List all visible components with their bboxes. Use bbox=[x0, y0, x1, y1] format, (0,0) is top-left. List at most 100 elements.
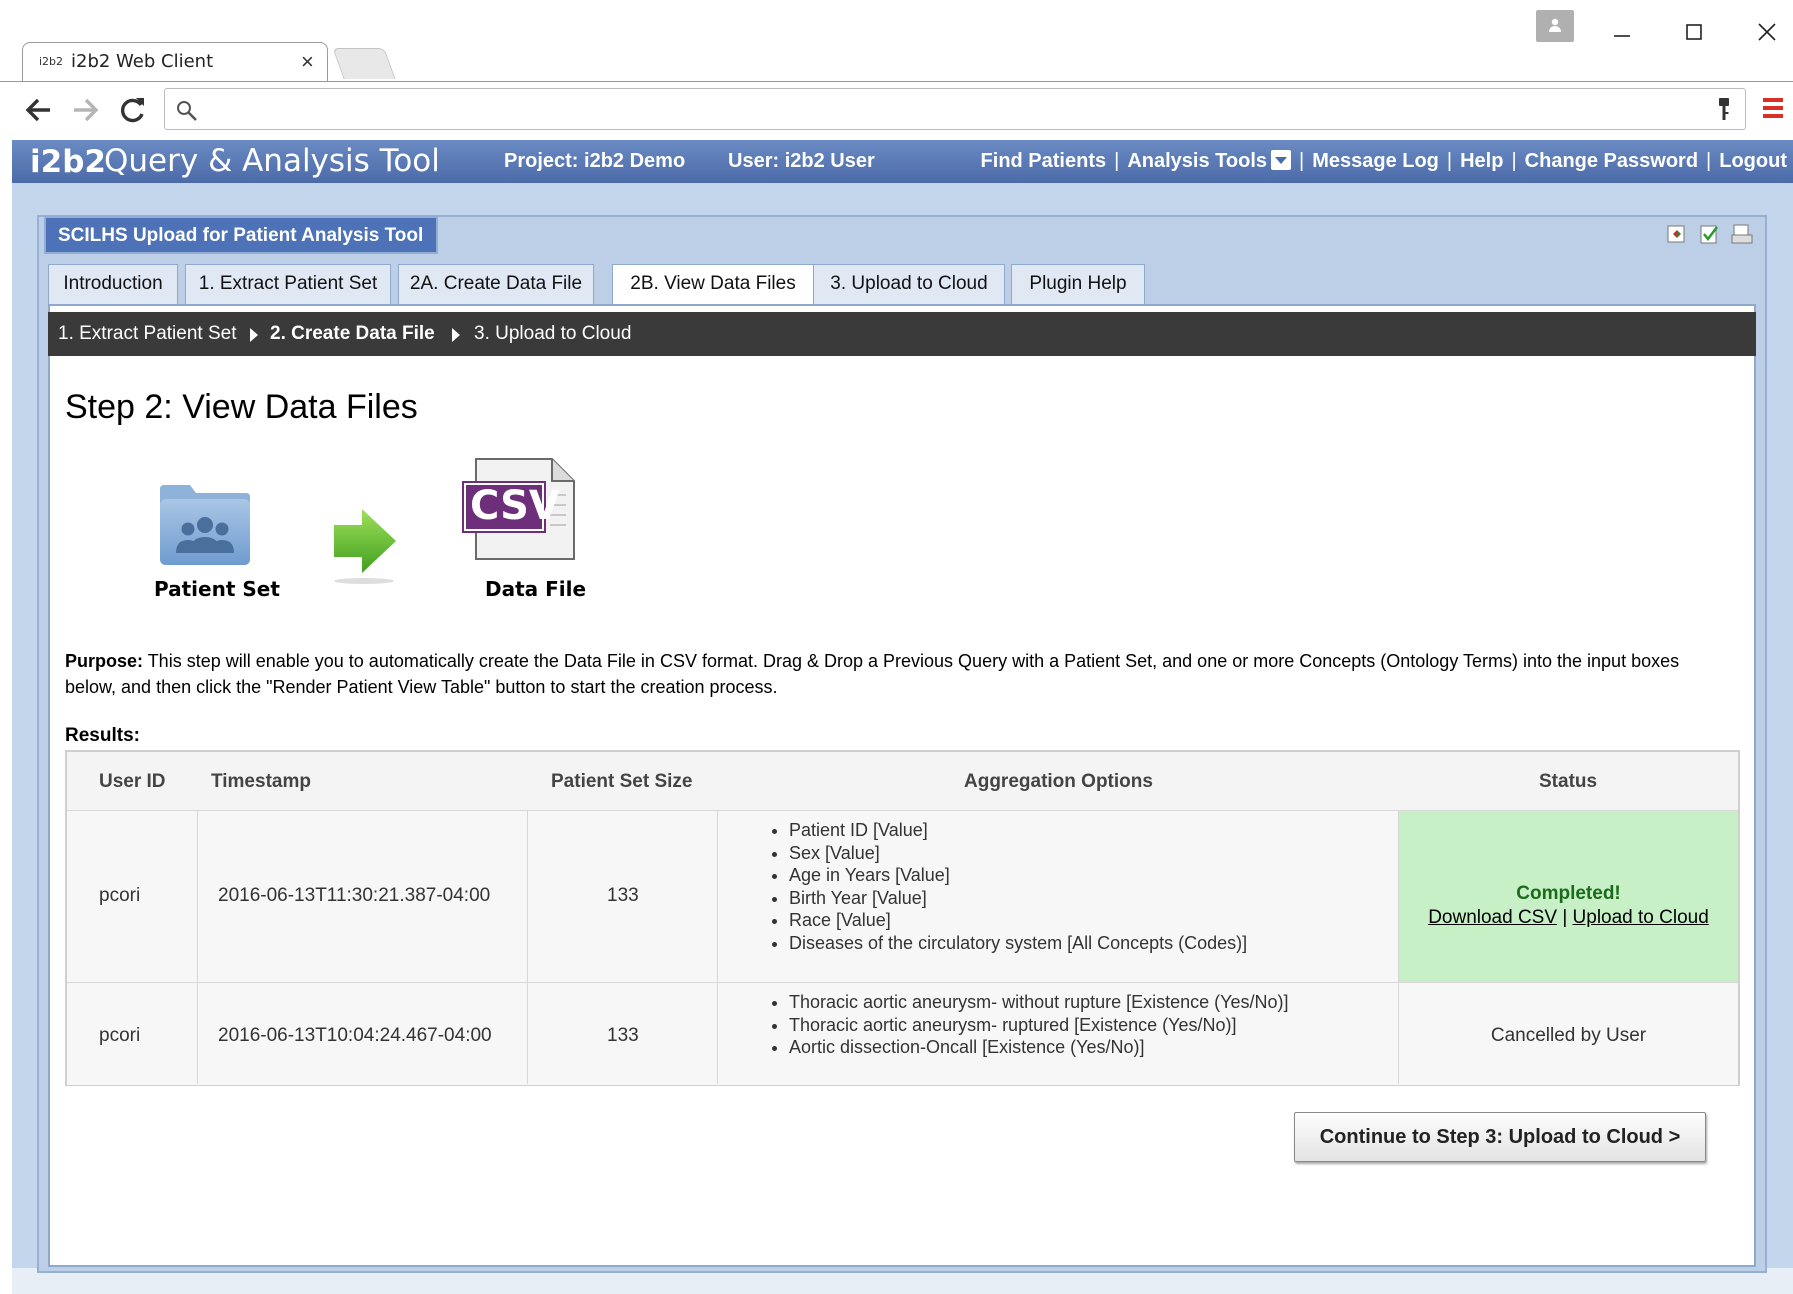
breadcrumb-upload-to-cloud[interactable]: 3. Upload to Cloud bbox=[474, 323, 631, 345]
aggregation-list: Patient ID [Value] Sex [Value] Age in Ye… bbox=[765, 819, 1247, 954]
nav-analysis-tools-label: Analysis Tools bbox=[1127, 150, 1267, 172]
purpose-text: Purpose: This step will enable you to au… bbox=[65, 648, 1725, 700]
tab-view-data-files[interactable]: 2B. View Data Files bbox=[612, 264, 814, 306]
results-label: Results: bbox=[65, 725, 140, 746]
breadcrumb: 1. Extract Patient Set 2. Create Data Fi… bbox=[48, 312, 1756, 356]
nav-message-log[interactable]: Message Log bbox=[1312, 150, 1439, 172]
column-header-aggregation-options[interactable]: Aggregation Options bbox=[964, 771, 1153, 793]
profile-icon[interactable] bbox=[1536, 10, 1574, 42]
data-file-label: Data File bbox=[485, 577, 587, 601]
tab-extract-patient-set[interactable]: 1. Extract Patient Set bbox=[185, 264, 391, 304]
nav-find-patients[interactable]: Find Patients bbox=[981, 150, 1107, 172]
tab-introduction[interactable]: Introduction bbox=[48, 264, 178, 304]
nav-logout[interactable]: Logout bbox=[1719, 150, 1787, 172]
cell-user-id: pcori bbox=[99, 1025, 141, 1046]
page-title: Step 2: View Data Files bbox=[65, 388, 418, 426]
nav-separator: | bbox=[1114, 150, 1120, 172]
table-row: pcori 2016-06-13T10:04:24.467-04:00 133 … bbox=[67, 982, 1738, 1085]
column-header-timestamp[interactable]: Timestamp bbox=[211, 771, 311, 793]
check-icon[interactable] bbox=[1700, 224, 1720, 244]
plugin-title-tab: SCILHS Upload for Patient Analysis Tool bbox=[44, 216, 438, 254]
nav-analysis-tools[interactable]: Analysis Tools bbox=[1127, 150, 1291, 172]
breadcrumb-create-data-file[interactable]: 2. Create Data File bbox=[270, 323, 435, 345]
column-divider bbox=[717, 810, 718, 1084]
status-cell-completed: Completed! Download CSV | Upload to Clou… bbox=[1399, 811, 1738, 983]
minimize-icon[interactable] bbox=[1602, 14, 1642, 50]
cell-patient-set-size: 133 bbox=[607, 1025, 639, 1046]
list-item: Patient ID [Value] bbox=[789, 819, 1247, 842]
maximize-icon[interactable] bbox=[1674, 14, 1714, 50]
tab-label: 2B. View Data Files bbox=[630, 273, 796, 294]
list-item: Thoracic aortic aneurysm- ruptured [Exis… bbox=[789, 1014, 1289, 1037]
search-icon bbox=[175, 99, 199, 128]
app-name: Query & Analysis Tool bbox=[104, 143, 440, 179]
cell-timestamp: 2016-06-13T11:30:21.387-04:00 bbox=[218, 885, 491, 906]
dropdown-icon[interactable] bbox=[1271, 150, 1291, 170]
cell-user-id: pcori bbox=[99, 885, 141, 906]
new-tab-button[interactable] bbox=[332, 48, 396, 79]
list-item: Thoracic aortic aneurysm- without ruptur… bbox=[789, 991, 1289, 1014]
csv-badge: CSV bbox=[470, 483, 560, 529]
column-header-patient-set-size[interactable]: Patient Set Size bbox=[551, 771, 693, 793]
tab-label: 3. Upload to Cloud bbox=[830, 273, 988, 294]
list-item: Sex [Value] bbox=[789, 842, 1247, 865]
nav-change-password[interactable]: Change Password bbox=[1525, 150, 1698, 172]
tab-label: Plugin Help bbox=[1029, 273, 1127, 294]
menu-icon[interactable] bbox=[1762, 94, 1784, 122]
reload-icon[interactable] bbox=[114, 92, 150, 128]
export-icon[interactable] bbox=[1667, 224, 1687, 244]
address-bar[interactable] bbox=[164, 88, 1746, 130]
arrow-right-icon bbox=[334, 509, 396, 584]
list-item: Birth Year [Value] bbox=[789, 887, 1247, 910]
status-cancelled: Cancelled by User bbox=[1490, 1025, 1647, 1046]
key-icon[interactable] bbox=[1715, 97, 1733, 128]
cell-patient-set-size: 133 bbox=[607, 885, 639, 906]
project-label: Project: i2b2 Demo bbox=[504, 150, 686, 172]
plugin-title: SCILHS Upload for Patient Analysis Tool bbox=[58, 225, 424, 246]
print-icon[interactable] bbox=[1731, 224, 1753, 244]
list-item: Aortic dissection-Oncall [Existence (Yes… bbox=[789, 1036, 1289, 1059]
download-csv-link[interactable]: Download CSV bbox=[1428, 907, 1557, 928]
back-icon[interactable] bbox=[22, 92, 58, 128]
tab-strip-border bbox=[0, 81, 1793, 82]
breadcrumb-arrow-icon bbox=[452, 328, 460, 342]
tab-plugin-help[interactable]: Plugin Help bbox=[1011, 264, 1145, 304]
status-links: Download CSV | Upload to Cloud bbox=[1399, 907, 1738, 929]
forward-icon[interactable] bbox=[68, 92, 104, 128]
tab-favicon: i2b2 bbox=[39, 55, 64, 68]
list-item: Diseases of the circulatory system [All … bbox=[789, 932, 1247, 955]
tab-upload-to-cloud[interactable]: 3. Upload to Cloud bbox=[813, 264, 1005, 304]
tab-create-data-file[interactable]: 2A. Create Data File bbox=[398, 264, 594, 304]
column-divider bbox=[1398, 810, 1399, 1084]
results-table: User ID Timestamp Patient Set Size Aggre… bbox=[65, 750, 1740, 1086]
browser-chrome: i2b2 i2b2 Web Client × bbox=[0, 0, 1793, 140]
nav-separator: | bbox=[1511, 150, 1517, 172]
user-label: User: i2b2 User bbox=[728, 150, 875, 172]
breadcrumb-extract-patient-set[interactable]: 1. Extract Patient Set bbox=[58, 323, 236, 345]
purpose-description: This step will enable you to automatical… bbox=[65, 651, 1680, 697]
patient-set-label: Patient Set bbox=[154, 577, 280, 601]
close-icon[interactable] bbox=[1747, 14, 1787, 50]
tab-close-icon[interactable]: × bbox=[301, 49, 314, 75]
column-header-user-id[interactable]: User ID bbox=[99, 771, 166, 793]
purpose-label: Purpose: bbox=[65, 651, 144, 671]
address-input[interactable] bbox=[209, 95, 1653, 125]
nav-help[interactable]: Help bbox=[1460, 150, 1503, 172]
nav-separator: | bbox=[1446, 150, 1453, 172]
continue-button[interactable]: Continue to Step 3: Upload to Cloud > bbox=[1294, 1112, 1706, 1162]
cell-timestamp: 2016-06-13T10:04:24.467-04:00 bbox=[218, 1025, 492, 1046]
status-badge: Completed! bbox=[1516, 883, 1621, 904]
app-logo: i2b2 bbox=[30, 144, 106, 180]
upload-to-cloud-link[interactable]: Upload to Cloud bbox=[1573, 907, 1709, 928]
table-row: pcori 2016-06-13T11:30:21.387-04:00 133 … bbox=[67, 810, 1738, 983]
aggregation-list: Thoracic aortic aneurysm- without ruptur… bbox=[765, 991, 1289, 1059]
tab-title: i2b2 Web Client bbox=[71, 51, 214, 72]
column-divider bbox=[197, 810, 198, 1084]
nav-separator: | bbox=[1299, 150, 1305, 172]
browser-tab[interactable]: i2b2 i2b2 Web Client × bbox=[22, 42, 328, 82]
column-header-status[interactable]: Status bbox=[1539, 771, 1597, 793]
breadcrumb-arrow-icon bbox=[250, 328, 258, 342]
list-item: Race [Value] bbox=[789, 909, 1247, 932]
column-divider bbox=[527, 810, 528, 1084]
list-item: Age in Years [Value] bbox=[789, 864, 1247, 887]
